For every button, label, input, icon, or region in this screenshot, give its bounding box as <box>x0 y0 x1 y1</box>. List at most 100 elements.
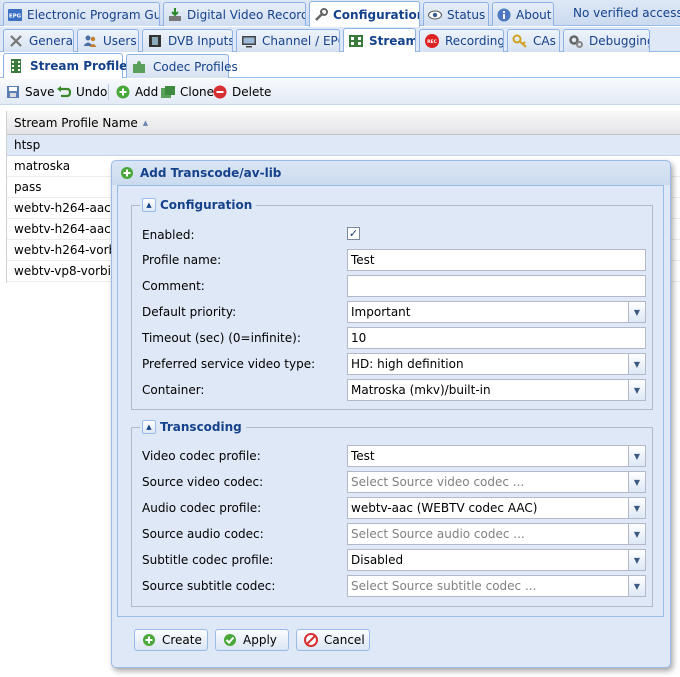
collapse-up-icon[interactable]: ▲ <box>142 420 156 434</box>
field-label: Preferred service video type: <box>142 357 316 371</box>
video-type-select[interactable]: HD: high definition ▼ <box>347 353 646 375</box>
transcoding-legend: ▲ Transcoding <box>140 419 246 435</box>
profile-name-row: Profile name: Test <box>142 249 650 271</box>
clone-button[interactable]: Clone <box>160 83 214 101</box>
stream-icon <box>348 33 364 49</box>
epg-icon: EPG <box>7 7 23 23</box>
configuration-tab-bar: General Users DVB Inputs Channel / EPG S… <box>0 27 680 52</box>
tools-icon <box>8 33 24 49</box>
chevron-down-icon[interactable]: ▼ <box>628 550 645 570</box>
chevron-down-icon[interactable]: ▼ <box>628 302 645 322</box>
undo-button[interactable]: Undo <box>56 83 107 101</box>
source-subtitle-codec-select[interactable]: Select Source subtitle codec ... ▼ <box>347 575 646 597</box>
tab-general[interactable]: General <box>3 29 74 52</box>
cancel-label: Cancel <box>324 633 365 647</box>
table-row[interactable]: htsp <box>7 135 680 156</box>
chevron-down-icon[interactable]: ▼ <box>628 446 645 466</box>
collapse-up-icon[interactable]: ▲ <box>142 198 156 212</box>
chevron-down-icon[interactable]: ▼ <box>628 524 645 544</box>
video-codec-profile-row: Video codec profile: Test ▼ <box>142 445 650 467</box>
sort-ascending-icon: ▲ <box>142 118 149 127</box>
clone-icon <box>160 84 176 100</box>
field-label: Subtitle codec profile: <box>142 553 274 567</box>
tab-codec-profiles[interactable]: Codec Profiles <box>126 54 238 78</box>
field-label: Video codec profile: <box>142 449 261 463</box>
tab-cas[interactable]: CAs <box>507 29 560 52</box>
container-select[interactable]: Matroska (mkv)/built-in ▼ <box>347 379 646 401</box>
chevron-down-icon[interactable]: ▼ <box>628 472 645 492</box>
save-label: Save <box>25 85 55 99</box>
tab-epg[interactable]: EPG Electronic Program Guide <box>3 2 160 26</box>
check-icon <box>222 632 238 648</box>
video-type-row: Preferred service video type: HD: high d… <box>142 353 650 375</box>
source-audio-codec-select[interactable]: Select Source audio codec ... ▼ <box>347 523 646 545</box>
tab-stream[interactable]: Stream <box>343 28 416 52</box>
dialog-header[interactable]: Add Transcode/av-lib <box>112 161 670 185</box>
source-video-codec-row: Source video codec: Select Source video … <box>142 471 650 493</box>
configuration-fieldset: ▲ Configuration Enabled: ✓ Profile name:… <box>131 197 653 410</box>
column-header-stream-profile-name[interactable]: Stream Profile Name ▲ <box>7 111 680 135</box>
cancel-icon <box>303 632 319 648</box>
tab-label: Users <box>103 34 137 48</box>
select-value: Matroska (mkv)/built-in <box>351 383 491 397</box>
toolbar-separator <box>108 84 109 100</box>
source-video-codec-select[interactable]: Select Source video codec ... ▼ <box>347 471 646 493</box>
undo-icon <box>56 84 72 100</box>
profile-name-input[interactable]: Test <box>347 249 646 271</box>
chevron-down-icon[interactable]: ▼ <box>628 380 645 400</box>
timeout-input[interactable]: 10 <box>347 327 646 349</box>
video-codec-profile-select[interactable]: Test ▼ <box>347 445 646 467</box>
dialog-footer: Create Apply Cancel <box>112 625 670 661</box>
tab-label: Status <box>447 7 486 22</box>
audio-codec-profile-select[interactable]: webtv-aac (WEBTV codec AAC) ▼ <box>347 497 646 519</box>
chevron-down-icon[interactable]: ▼ <box>628 354 645 374</box>
gears-icon <box>568 33 584 49</box>
enabled-checkbox[interactable]: ✓ <box>347 227 360 240</box>
dvr-icon <box>167 7 183 23</box>
tab-label: Recording <box>445 34 504 48</box>
main-tab-bar: EPG Electronic Program Guide Digital Vid… <box>0 0 680 27</box>
svg-text:EPG: EPG <box>9 13 22 19</box>
dialog-title: Add Transcode/av-lib <box>140 166 282 180</box>
cancel-button[interactable]: Cancel <box>296 629 370 651</box>
chevron-down-icon[interactable]: ▼ <box>628 498 645 518</box>
subtitle-codec-profile-row: Subtitle codec profile: Disabled ▼ <box>142 549 650 571</box>
add-icon <box>119 165 135 181</box>
tab-dvb-inputs[interactable]: DVB Inputs <box>142 29 233 52</box>
select-value: webtv-aac (WEBTV codec AAC) <box>351 501 538 515</box>
select-value: Disabled <box>351 553 404 567</box>
stream-tab-bar: Stream Profiles Codec Profiles <box>0 52 680 78</box>
tab-status[interactable]: Status <box>423 2 489 26</box>
puzzle-icon <box>131 59 147 75</box>
legend-label: Transcoding <box>160 420 242 434</box>
tab-debugging[interactable]: Debugging <box>563 29 650 52</box>
tab-recording[interactable]: REC Recording <box>419 29 504 52</box>
undo-label: Undo <box>76 85 108 99</box>
save-button[interactable]: Save <box>5 83 54 101</box>
tab-stream-profiles[interactable]: Stream Profiles <box>3 53 134 78</box>
comment-input[interactable] <box>347 275 646 297</box>
tab-label: Codec Profiles <box>153 59 238 74</box>
add-transcode-dialog: Add Transcode/av-lib ▲ Configuration Ena… <box>111 160 671 668</box>
dialog-body: ▲ Configuration Enabled: ✓ Profile name:… <box>117 185 664 617</box>
eye-icon <box>427 7 443 23</box>
tab-users[interactable]: Users <box>77 29 139 52</box>
tab-configuration[interactable]: Configuration <box>309 1 420 27</box>
delete-button[interactable]: Delete <box>212 83 271 101</box>
tab-label: DVB Inputs <box>168 34 233 48</box>
column-header-label: Stream Profile Name <box>14 115 138 130</box>
tab-channel-epg[interactable]: Channel / EPG <box>236 29 340 52</box>
transcoding-fieldset: ▲ Transcoding Video codec profile: Test … <box>131 419 653 607</box>
tab-dvr[interactable]: Digital Video Recorder <box>163 2 306 26</box>
chevron-down-icon[interactable]: ▼ <box>628 576 645 596</box>
apply-button[interactable]: Apply <box>215 629 289 651</box>
create-button[interactable]: Create <box>134 629 208 651</box>
default-priority-select[interactable]: Important ▼ <box>347 301 646 323</box>
enabled-row: Enabled: ✓ <box>142 224 650 246</box>
grid-toolbar: Save Undo Add Clone Delete <box>0 79 680 105</box>
select-placeholder: Select Source subtitle codec ... <box>351 579 537 593</box>
select-value: Test <box>351 449 375 463</box>
tab-about[interactable]: About <box>492 2 554 26</box>
subtitle-codec-profile-select[interactable]: Disabled ▼ <box>347 549 646 571</box>
add-button[interactable]: Add <box>115 83 158 101</box>
